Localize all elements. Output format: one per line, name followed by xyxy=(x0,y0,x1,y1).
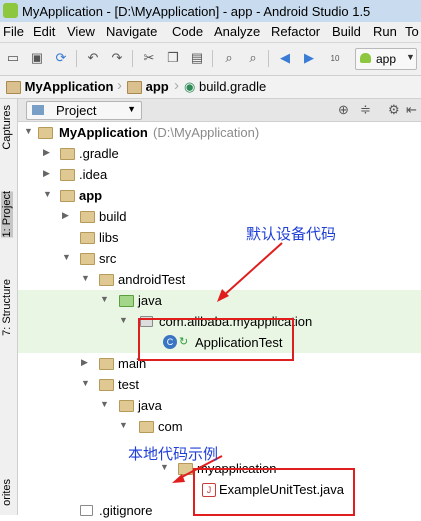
annotation-arrow xyxy=(221,242,283,298)
annotation-default-test: 默认设备代码 xyxy=(246,226,337,243)
annotation-arrows xyxy=(172,242,283,483)
annotation-local-test: 本地代码示例 xyxy=(128,446,219,463)
arrow-head xyxy=(217,289,229,302)
